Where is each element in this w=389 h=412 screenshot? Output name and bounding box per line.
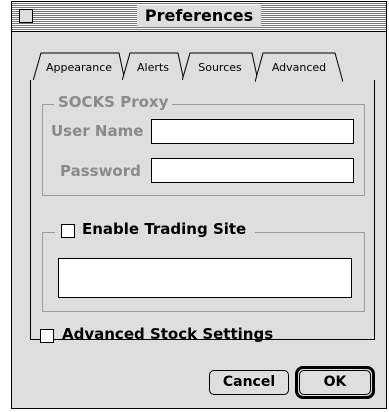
- window-title: Preferences: [136, 5, 262, 27]
- tab-label: Appearance: [45, 61, 113, 74]
- password-field[interactable]: [151, 158, 354, 183]
- user-name-field[interactable]: [151, 119, 354, 144]
- enable-trading-site-checkbox[interactable]: [61, 224, 75, 238]
- enable-trading-site-label[interactable]: Enable Trading Site: [82, 220, 246, 238]
- advanced-stock-settings-label[interactable]: Advanced Stock Settings: [62, 325, 273, 343]
- trading-site-field[interactable]: [58, 258, 352, 298]
- tab-label: Alerts: [137, 61, 169, 74]
- title-bar[interactable]: Preferences: [12, 2, 386, 32]
- tab-sources[interactable]: Sources: [182, 52, 258, 82]
- user-name-label: User Name: [51, 122, 144, 140]
- tab-label: Advanced: [271, 61, 327, 74]
- password-label: Password: [60, 162, 141, 180]
- tab-alerts[interactable]: Alerts: [122, 52, 184, 82]
- tab-bar: Appearance Alerts Sources Advanced: [27, 52, 367, 82]
- close-box-icon[interactable]: [19, 9, 33, 23]
- tab-advanced[interactable]: Advanced: [255, 52, 343, 82]
- advanced-stock-settings-checkbox[interactable]: [40, 329, 54, 343]
- ok-button[interactable]: OK: [299, 370, 371, 395]
- socks-proxy-group-label: SOCKS Proxy: [54, 93, 173, 111]
- cancel-button[interactable]: Cancel: [209, 370, 289, 395]
- tab-label: Sources: [198, 61, 242, 74]
- tab-appearance[interactable]: Appearance: [33, 52, 125, 82]
